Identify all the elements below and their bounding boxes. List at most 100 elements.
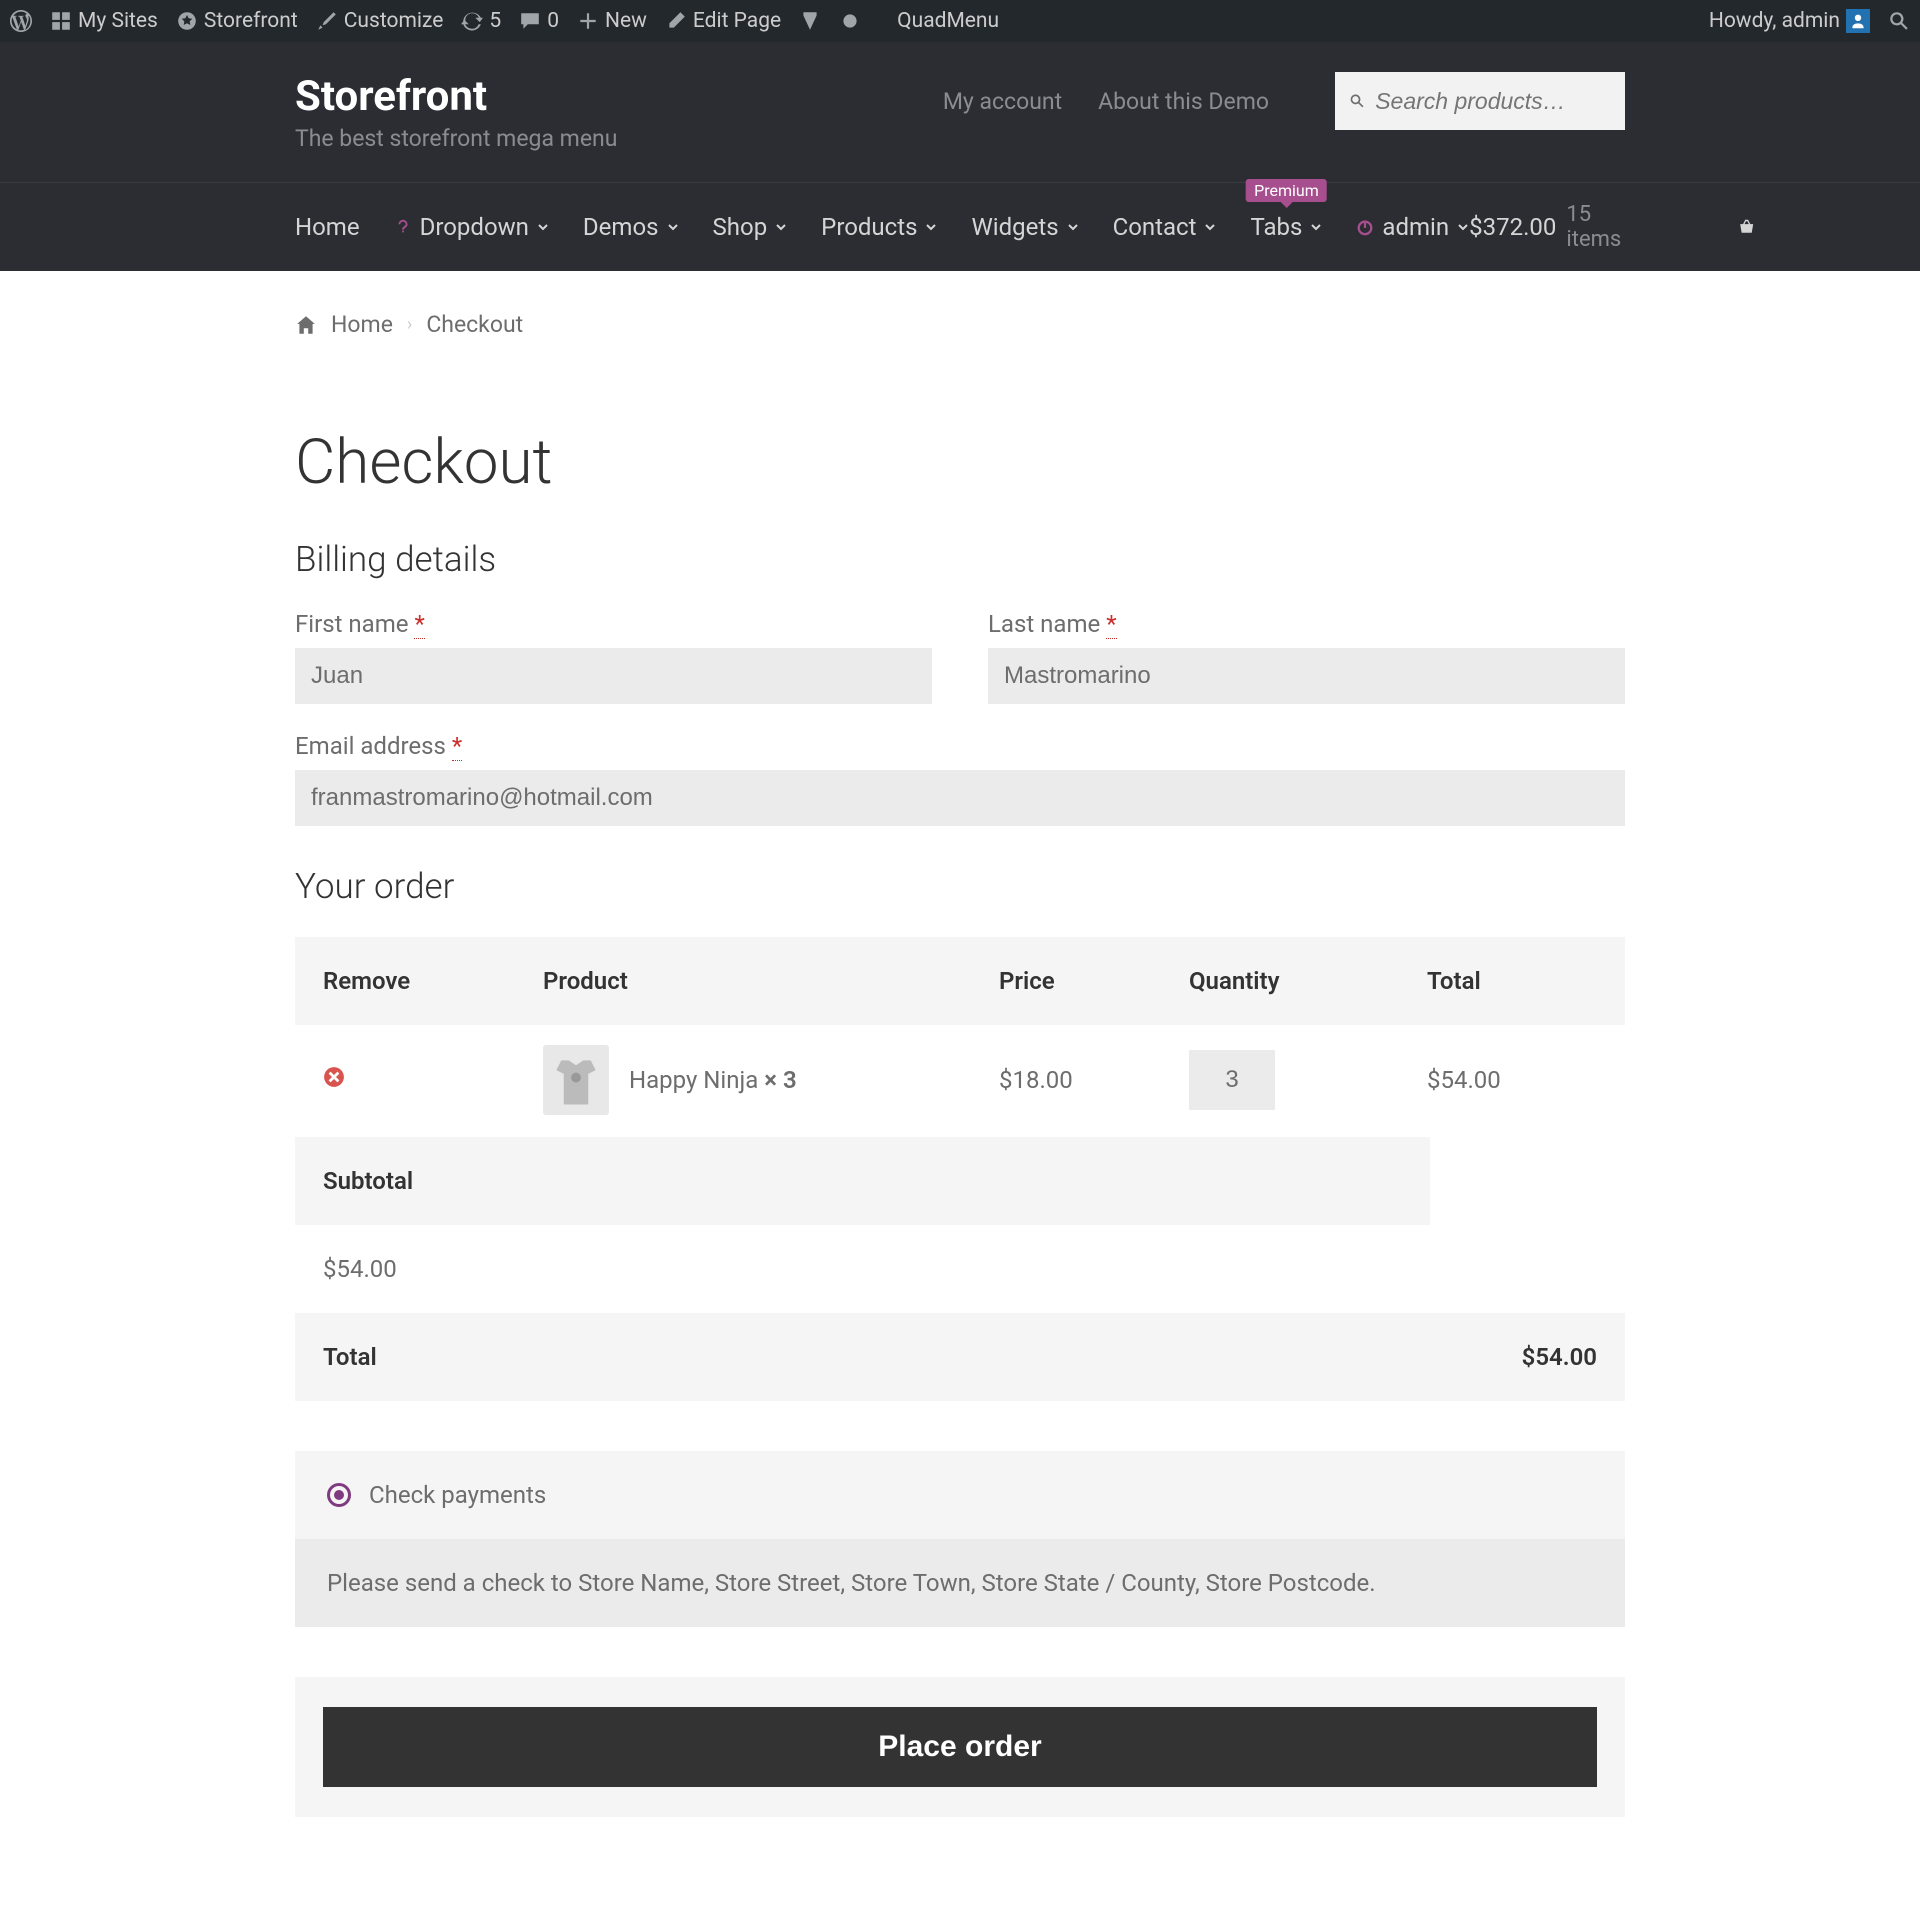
update-icon <box>461 10 483 32</box>
product-name[interactable]: Happy Ninja × 3 <box>629 1066 797 1094</box>
col-price-header: Price <box>999 967 1189 995</box>
order-table-header: Remove Product Price Quantity Total <box>295 937 1625 1025</box>
place-order-section: Place order <box>295 1677 1625 1817</box>
nav-admin-label: admin <box>1382 213 1449 241</box>
payment-method-check[interactable]: Check payments <box>327 1481 1593 1509</box>
nav-admin[interactable]: admin <box>1356 213 1469 241</box>
site-branding: Storefront The best storefront mega menu <box>295 72 617 152</box>
cart-total: $372.00 <box>1469 213 1556 241</box>
nav-demos[interactable]: Demos <box>583 213 679 241</box>
dot-link[interactable] <box>839 10 861 32</box>
quadmenu-link[interactable]: QuadMenu <box>897 9 999 33</box>
first-name-field: First name * <box>295 610 932 704</box>
quantity-input[interactable] <box>1189 1050 1275 1110</box>
last-name-field: Last name * <box>988 610 1625 704</box>
chevron-down-icon <box>667 221 679 233</box>
pencil-icon <box>665 10 687 32</box>
nav-shop-label: Shop <box>713 213 768 241</box>
col-total-header: Total <box>1427 967 1597 995</box>
nav-contact-label: Contact <box>1113 213 1197 241</box>
payment-description: Please send a check to Store Name, Store… <box>295 1539 1625 1627</box>
nav-products[interactable]: Products <box>821 213 937 241</box>
avatar <box>1846 9 1870 33</box>
dashboard-icon <box>176 10 198 32</box>
howdy-account[interactable]: Howdy, admin <box>1709 9 1870 33</box>
nav-tabs[interactable]: PremiumTabs <box>1250 213 1322 241</box>
wordpress-icon <box>10 10 32 32</box>
premium-badge: Premium <box>1246 179 1327 202</box>
comments-link[interactable]: 0 <box>519 9 559 33</box>
breadcrumb-current: Checkout <box>426 311 523 338</box>
page-title: Checkout <box>295 426 1625 499</box>
customize-link[interactable]: Customize <box>316 9 444 33</box>
chevron-down-icon <box>537 221 549 233</box>
nav-contact[interactable]: Contact <box>1113 213 1217 241</box>
product-price: $18.00 <box>999 1066 1189 1094</box>
chevron-down-icon <box>1457 221 1469 233</box>
subtotal-row: Subtotal <box>295 1137 1430 1225</box>
updates-count: 5 <box>489 9 501 33</box>
new-link[interactable]: New <box>577 9 647 33</box>
first-name-input[interactable] <box>295 648 932 704</box>
place-order-button[interactable]: Place order <box>323 1707 1597 1787</box>
product-search[interactable] <box>1335 72 1625 130</box>
email-input[interactable] <box>295 770 1625 826</box>
required-mark: * <box>414 610 424 639</box>
page-content: Checkout Billing details First name * La… <box>295 426 1625 1917</box>
nav-demos-label: Demos <box>583 213 659 241</box>
nav-home[interactable]: Home <box>295 213 360 241</box>
power-icon <box>1356 218 1374 236</box>
email-field: Email address * <box>295 732 1625 826</box>
nav-dropdown-label: Dropdown <box>420 213 529 241</box>
radio-icon <box>327 1483 351 1507</box>
chevron-down-icon <box>925 221 937 233</box>
total-row: Total $54.00 <box>295 1313 1625 1401</box>
last-name-label: Last name * <box>988 610 1625 638</box>
site-header: Storefront The best storefront mega menu… <box>0 42 1920 271</box>
nav-dropdown[interactable]: Dropdown <box>394 213 549 241</box>
nav-cart[interactable]: $372.00 15 items <box>1469 202 1755 252</box>
remove-item-button[interactable] <box>323 1066 345 1088</box>
customize-label: Customize <box>344 9 444 33</box>
wp-logo[interactable] <box>10 10 32 32</box>
updates-link[interactable]: 5 <box>461 9 501 33</box>
cart-items: 15 items <box>1566 202 1628 252</box>
breadcrumb: Home › Checkout <box>295 271 1625 338</box>
nav-widgets[interactable]: Widgets <box>971 213 1078 241</box>
plus-icon <box>577 10 599 32</box>
edit-page-label: Edit Page <box>693 9 781 33</box>
comment-icon <box>519 10 541 32</box>
site-title[interactable]: Storefront <box>295 72 617 121</box>
search-icon <box>1349 92 1365 110</box>
col-qty-header: Quantity <box>1189 967 1427 995</box>
new-label: New <box>605 9 647 33</box>
about-demo-link[interactable]: About this Demo <box>1098 88 1269 115</box>
search-input[interactable] <box>1375 88 1611 115</box>
my-sites-label: My Sites <box>78 9 158 33</box>
chevron-down-icon <box>1310 221 1322 233</box>
product-qty-inline: × 3 <box>764 1066 796 1094</box>
wp-admin-bar: My Sites Storefront Customize 5 0 New Ed… <box>0 0 1920 42</box>
required-mark: * <box>1106 610 1116 639</box>
last-name-input[interactable] <box>988 648 1625 704</box>
my-account-link[interactable]: My account <box>943 88 1062 115</box>
product-line-total: $54.00 <box>1427 1066 1597 1094</box>
home-icon <box>295 314 317 336</box>
shield-icon <box>799 10 821 32</box>
howdy-label: Howdy, admin <box>1709 9 1840 33</box>
subtotal-value: $54.00 <box>295 1225 490 1313</box>
vi-link[interactable] <box>799 10 821 32</box>
required-mark: * <box>452 732 462 761</box>
chevron-down-icon <box>775 221 787 233</box>
edit-page-link[interactable]: Edit Page <box>665 9 781 33</box>
main-nav: Home Dropdown Demos Shop Products Widget… <box>0 182 1920 271</box>
breadcrumb-home[interactable]: Home <box>331 311 393 338</box>
my-sites-link[interactable]: My Sites <box>50 9 158 33</box>
site-name-link[interactable]: Storefront <box>176 9 298 33</box>
search-toggle[interactable] <box>1888 10 1910 32</box>
billing-heading: Billing details <box>295 539 1625 580</box>
nav-shop[interactable]: Shop <box>713 213 788 241</box>
order-table-row: Happy Ninja × 3 $18.00 $54.00 <box>295 1025 1625 1135</box>
comments-count: 0 <box>547 9 559 33</box>
basket-icon <box>1738 215 1755 239</box>
